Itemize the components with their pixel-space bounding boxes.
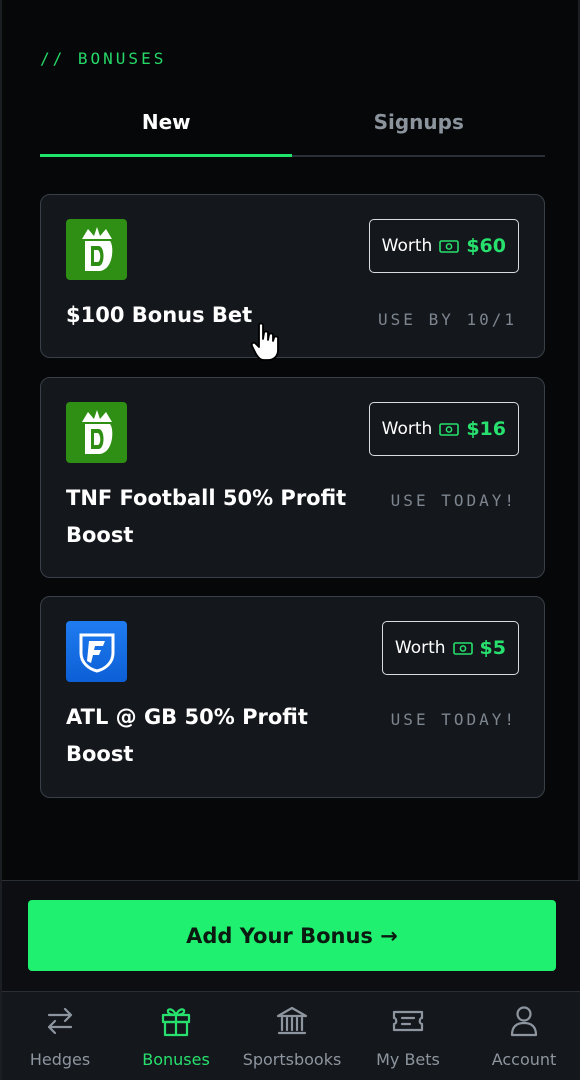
bonus-title: TNF Football 50% Profit Boost — [66, 486, 347, 547]
section-label: // BONUSES — [40, 49, 167, 68]
user-icon — [507, 1004, 541, 1042]
hand-cursor-icon — [250, 322, 280, 366]
fanduel-logo-icon — [66, 621, 127, 682]
bank-icon — [275, 1004, 309, 1042]
bonus-card[interactable]: Worth $60 $100 Bonus Bet USE BY 10/1 — [40, 194, 545, 358]
bonus-title: $100 Bonus Bet — [66, 303, 253, 327]
nav-item-account[interactable]: Account — [466, 992, 580, 1080]
worth-badge: Worth $16 — [368, 402, 519, 456]
ticket-icon — [391, 1004, 425, 1042]
tab-bar: New Signups — [40, 100, 545, 158]
worth-label: Worth — [381, 419, 433, 439]
money-icon — [452, 641, 473, 656]
add-bonus-button[interactable]: Add Your Bonus → — [28, 900, 556, 971]
draftkings-logo-icon — [66, 402, 127, 463]
nav-label: Hedges — [29, 1050, 91, 1069]
nav-item-sportsbooks[interactable]: Sportsbooks — [234, 992, 350, 1080]
nav-label: Account — [491, 1050, 557, 1069]
bonus-expiry: USE TODAY! — [390, 491, 517, 510]
worth-amount: $5 — [479, 637, 506, 659]
tab-signups[interactable]: Signups — [293, 100, 546, 158]
worth-label: Worth — [394, 638, 446, 658]
nav-label: Bonuses — [142, 1050, 210, 1069]
draftkings-logo-icon — [66, 219, 127, 280]
bonuses-screen: // BONUSES New Signups Worth $60 $100 Bo… — [0, 0, 580, 1080]
nav-item-hedges[interactable]: Hedges — [2, 992, 118, 1080]
bonus-card[interactable]: Worth $5 ATL @ GB 50% Profit Boost USE T… — [40, 596, 545, 798]
bonus-expiry: USE BY 10/1 — [378, 310, 517, 329]
bonus-card[interactable]: Worth $16 TNF Football 50% Profit Boost … — [40, 377, 545, 578]
bottom-nav: Hedges Bonuses Sportsbooks My Bets Accou… — [2, 991, 580, 1080]
worth-amount: $16 — [466, 418, 506, 440]
bonus-title: ATL @ GB 50% Profit Boost — [66, 705, 308, 766]
bonus-expiry: USE TODAY! — [390, 710, 517, 729]
arrows-swap-icon — [43, 1004, 77, 1042]
worth-label: Worth — [381, 236, 433, 256]
gift-icon — [159, 1004, 193, 1042]
money-icon — [439, 239, 460, 254]
tab-new[interactable]: New — [40, 100, 293, 158]
nav-label: Sportsbooks — [242, 1050, 342, 1069]
active-tab-indicator — [40, 154, 292, 157]
money-icon — [439, 422, 460, 437]
nav-item-my-bets[interactable]: My Bets — [350, 992, 466, 1080]
worth-badge: Worth $60 — [368, 219, 519, 273]
worth-amount: $60 — [466, 235, 506, 257]
nav-item-bonuses[interactable]: Bonuses — [118, 992, 234, 1080]
nav-label: My Bets — [376, 1050, 440, 1069]
worth-badge: Worth $5 — [381, 621, 519, 675]
